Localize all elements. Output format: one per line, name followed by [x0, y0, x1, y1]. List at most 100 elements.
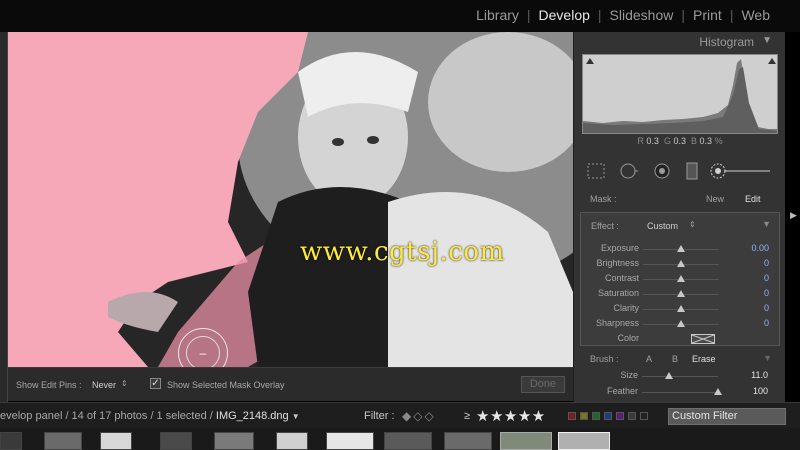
- slider-value[interactable]: 0: [764, 303, 769, 313]
- thumbnail[interactable]: [100, 432, 132, 450]
- slider-thumb[interactable]: [677, 290, 685, 297]
- histogram-graph[interactable]: [582, 54, 778, 134]
- module-develop[interactable]: Develop: [539, 7, 590, 23]
- brush-panel: Brush : A B Erase ▼ Size 11.0 Feather 10…: [580, 348, 780, 402]
- module-library[interactable]: Library: [476, 7, 519, 23]
- thumbnail[interactable]: [276, 432, 308, 450]
- expand-triangle-icon[interactable]: ▶: [790, 210, 797, 221]
- rating-stars[interactable]: ★★★★★: [476, 407, 546, 425]
- slider-thumb[interactable]: [714, 388, 722, 395]
- color-filter-yellow[interactable]: [580, 412, 588, 420]
- slider-value[interactable]: 0: [764, 288, 769, 298]
- brush-erase-button[interactable]: Erase: [692, 354, 716, 364]
- color-filter-purple[interactable]: [616, 412, 624, 420]
- thumbnail[interactable]: [0, 432, 22, 450]
- spot-removal-icon[interactable]: [618, 162, 638, 180]
- histogram-header[interactable]: Histogram ▼: [574, 32, 786, 52]
- mask-new-button[interactable]: New: [706, 194, 724, 204]
- slider-label: Size: [620, 370, 638, 380]
- module-separator: |: [597, 7, 602, 23]
- thumbnail[interactable]: [384, 432, 432, 450]
- photo-canvas[interactable]: www.cgtsj.com –: [8, 32, 573, 367]
- slider-track[interactable]: [642, 376, 718, 377]
- slider-clarity: Clarity 0: [581, 301, 781, 316]
- graduated-filter-icon[interactable]: [682, 162, 702, 180]
- filmstrip-bar: evelop panel / 14 of 17 photos / 1 selec…: [0, 402, 800, 428]
- tool-strip: [582, 160, 778, 184]
- thumbnail[interactable]: [444, 432, 492, 450]
- effect-panel: Effect : Custom ⇕ ▼ Exposure 0.00 Bright…: [580, 212, 780, 346]
- color-filter-blue[interactable]: [604, 412, 612, 420]
- filename-dropdown-icon[interactable]: ▼: [292, 412, 300, 421]
- thumbnail[interactable]: [326, 432, 374, 450]
- slider-label: Feather: [606, 386, 638, 396]
- flag-filters: ◆ ◇ ◇: [402, 409, 434, 423]
- slider-track[interactable]: [642, 392, 718, 393]
- collapse-triangle-icon[interactable]: ▼: [763, 353, 772, 363]
- color-filter-green[interactable]: [592, 412, 600, 420]
- red-eye-icon[interactable]: [652, 162, 672, 180]
- mask-row: Mask : New Edit: [580, 190, 780, 208]
- mask-overlay-checkbox[interactable]: ✓: [150, 378, 161, 389]
- flag-picked-icon[interactable]: ◆: [402, 409, 411, 423]
- thumbnail[interactable]: [214, 432, 254, 450]
- thumbnail[interactable]: [160, 432, 192, 450]
- module-print[interactable]: Print: [693, 7, 722, 23]
- slider-thumb[interactable]: [677, 245, 685, 252]
- custom-filter-select[interactable]: Custom Filter: [668, 408, 786, 425]
- done-button[interactable]: Done: [521, 376, 565, 393]
- brush-a-button[interactable]: A: [646, 354, 652, 364]
- flag-unflagged-icon[interactable]: ◇: [413, 409, 422, 423]
- collapse-triangle-icon[interactable]: ▼: [762, 35, 772, 46]
- slider-value[interactable]: 0: [764, 258, 769, 268]
- thumbnail-selected[interactable]: [558, 432, 610, 450]
- slider-brightness: Brightness 0: [581, 256, 781, 271]
- color-swatch[interactable]: [691, 334, 715, 344]
- module-slideshow[interactable]: Slideshow: [610, 7, 674, 23]
- slider-thumb[interactable]: [677, 260, 685, 267]
- histogram-readout: R 0.3 G 0.3 B 0.3 %: [574, 136, 786, 146]
- slider-label: Contrast: [604, 273, 639, 283]
- mask-label: Mask :: [590, 194, 617, 204]
- module-web[interactable]: Web: [741, 7, 770, 23]
- b-label: B: [691, 136, 698, 146]
- slider-value[interactable]: 100: [753, 386, 768, 396]
- left-panel-collapsed[interactable]: [0, 32, 8, 402]
- filmstrip-breadcrumb[interactable]: evelop panel / 14 of 17 photos / 1 selec…: [0, 410, 300, 422]
- crop-tool-icon[interactable]: [586, 162, 606, 180]
- slider-value[interactable]: 0: [764, 273, 769, 283]
- slider-value[interactable]: 0: [764, 318, 769, 328]
- flag-rejected-icon[interactable]: ◇: [424, 409, 433, 423]
- slider-thumb[interactable]: [677, 305, 685, 312]
- watermark-text: www.cgtsj.com: [300, 237, 505, 267]
- slider-label: Saturation: [597, 288, 639, 298]
- slider-label: Clarity: [613, 303, 639, 313]
- slider-thumb[interactable]: [677, 275, 685, 282]
- mask-edit-button[interactable]: Edit: [745, 194, 761, 204]
- collapse-triangle-icon[interactable]: ▼: [762, 219, 771, 229]
- select-arrows-icon[interactable]: ⇕: [121, 379, 128, 388]
- color-label-filters: [568, 412, 648, 420]
- brush-b-button[interactable]: B: [672, 354, 678, 364]
- module-separator: |: [526, 7, 531, 23]
- adjustment-brush-icon[interactable]: [708, 162, 772, 180]
- right-panel: Histogram ▼ R 0.3 G 0.3 B 0.3 % Mask: N…: [573, 32, 785, 402]
- color-filter-red[interactable]: [568, 412, 576, 420]
- color-filter-custom[interactable]: [628, 412, 636, 420]
- slider-value[interactable]: 0.00: [751, 243, 769, 253]
- edit-pins-select[interactable]: Never: [92, 380, 116, 390]
- slider-value[interactable]: 11.0: [751, 370, 768, 380]
- g-label: G: [663, 136, 671, 146]
- thumbnail[interactable]: [500, 432, 552, 450]
- color-label: Color: [617, 333, 639, 343]
- effect-preset-select[interactable]: Custom: [647, 221, 678, 231]
- slider-thumb[interactable]: [677, 320, 685, 327]
- color-filter-none[interactable]: [640, 412, 648, 420]
- select-arrows-icon[interactable]: ⇕: [689, 220, 696, 229]
- g-value: 0.3: [673, 136, 686, 146]
- mask-overlay: [8, 32, 573, 367]
- slider-thumb[interactable]: [665, 372, 674, 379]
- filmstrip-filename[interactable]: IMG_2148.dng: [216, 410, 289, 422]
- rating-comparator[interactable]: ≥: [464, 410, 470, 422]
- thumbnail[interactable]: [44, 432, 82, 450]
